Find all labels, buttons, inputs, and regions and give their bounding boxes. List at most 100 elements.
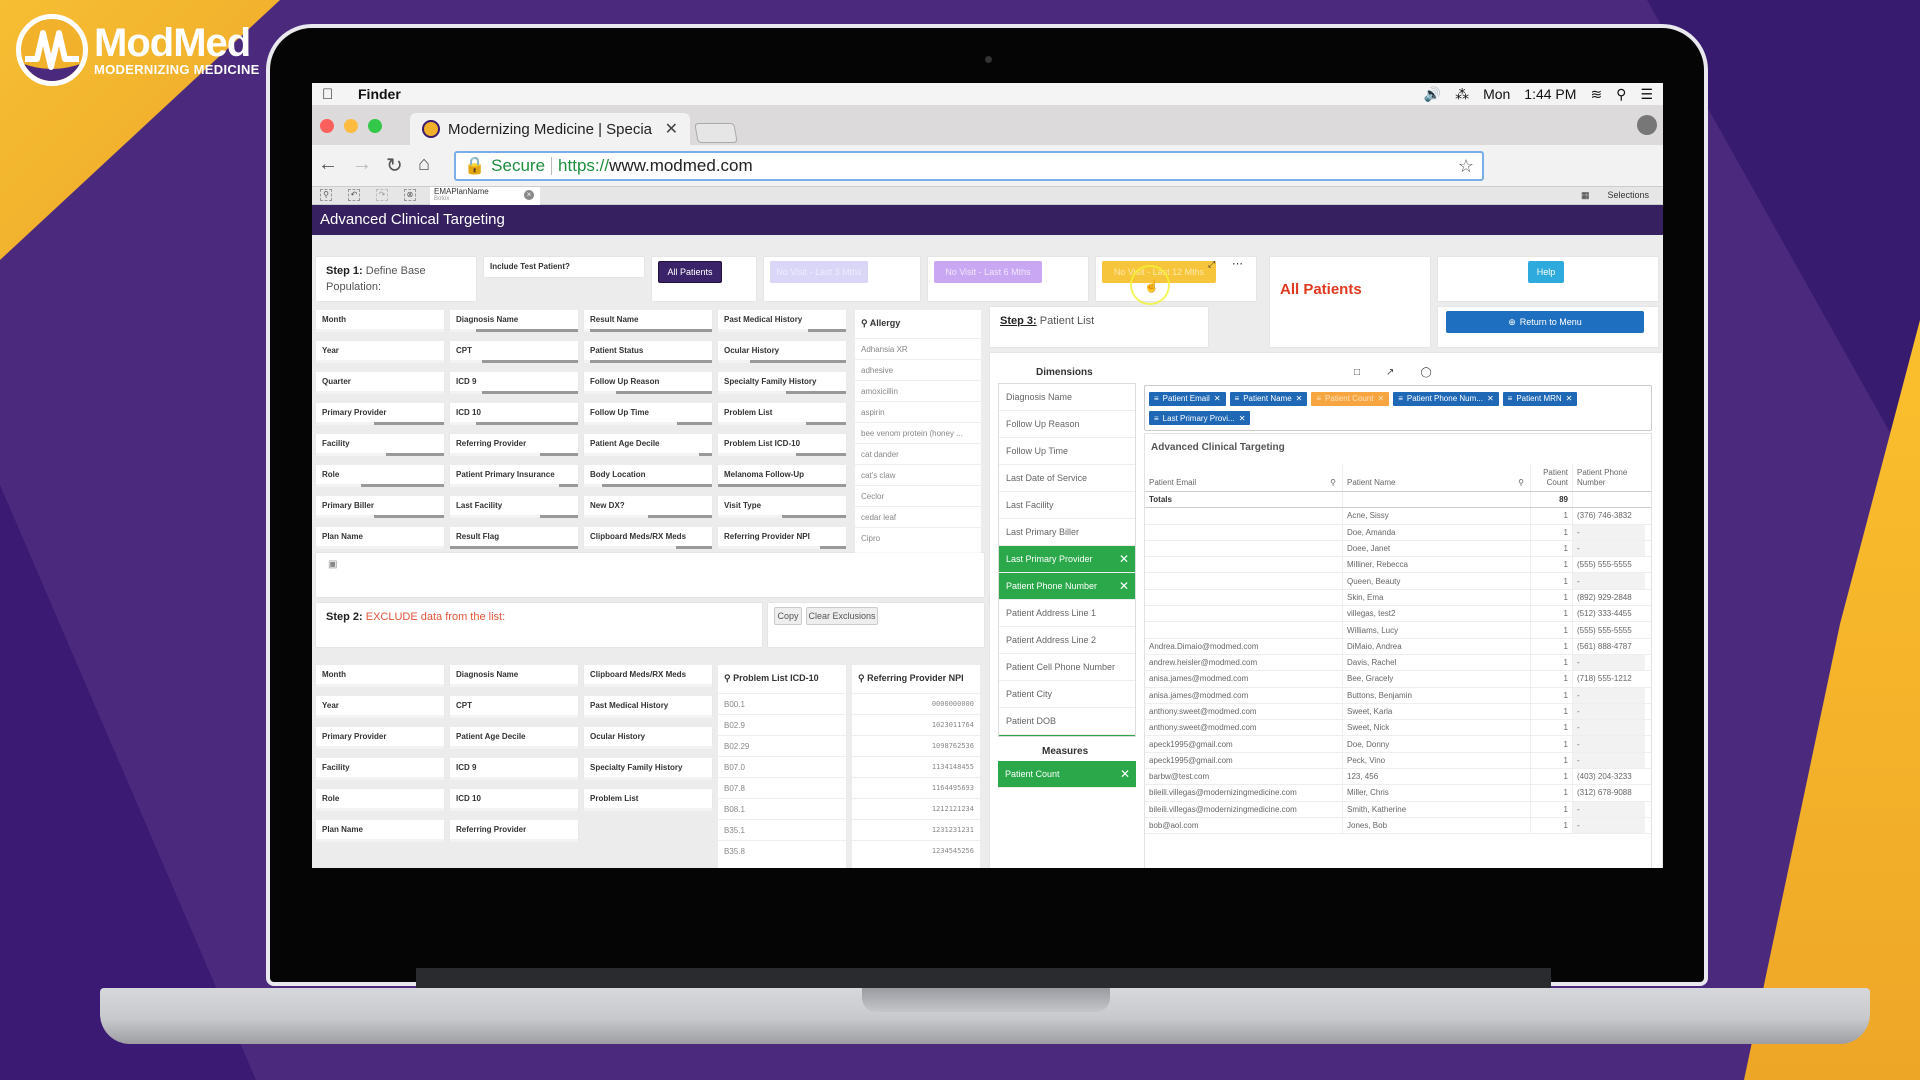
filter-icd-10[interactable]: ICD 10 xyxy=(450,403,578,425)
remove-chip-icon[interactable]: ✕ xyxy=(1566,394,1573,403)
listbox-item[interactable]: 0000000000 xyxy=(852,693,980,714)
selection-tool-icon[interactable]: □ xyxy=(1354,367,1360,378)
dimension-item[interactable]: Patient Phone Number ✕ xyxy=(999,573,1135,600)
table-row[interactable]: barbw@test.com 123, 456 1 (403) 204-3233 xyxy=(1145,769,1651,786)
exclude-filter-past-medical-history[interactable]: Past Medical History xyxy=(584,696,712,718)
listbox-item[interactable]: B08.1 xyxy=(718,798,846,819)
new-tab-button[interactable] xyxy=(694,123,738,143)
filter-patient-primary-insurance[interactable]: Patient Primary Insurance xyxy=(450,465,578,487)
table-row[interactable]: Andrea.Dimaio@modmed.com DiMaio, Andrea 1 (… xyxy=(1145,638,1651,655)
exclude-filter-referring-provider[interactable]: Referring Provider xyxy=(450,820,578,842)
dimension-item[interactable]: Last Primary Biller xyxy=(999,519,1135,546)
header-patient-count[interactable]: Patient Count xyxy=(1531,464,1573,491)
table-row[interactable]: anisa.james@modmed.com Bee, Gracely 1 (718)… xyxy=(1145,671,1651,688)
listbox-item[interactable]: bee venom protein (honey ... xyxy=(855,422,981,443)
filter-body-location[interactable]: Body Location xyxy=(584,465,712,487)
remove-chip-icon[interactable]: ✕ xyxy=(1296,394,1303,403)
listbox-item[interactable]: 1134148455 xyxy=(852,756,980,777)
filter-new-dx-[interactable]: New DX? xyxy=(584,496,712,518)
dimension-item[interactable]: Follow Up Reason xyxy=(999,411,1135,438)
listbox-item[interactable]: 1164495693 xyxy=(852,777,980,798)
dimension-item[interactable]: Last Primary Provider ✕ xyxy=(999,546,1135,573)
listbox-item[interactable]: 1231231231 xyxy=(852,819,980,840)
filter-past-medical-history[interactable]: Past Medical History xyxy=(718,310,846,332)
step-forward-icon[interactable]: ↷ xyxy=(376,189,388,201)
listbox-item[interactable]: 1098762536 xyxy=(852,735,980,756)
exclude-filter-facility[interactable]: Facility xyxy=(316,758,444,780)
filter-result-name[interactable]: Result Name xyxy=(584,310,712,332)
spotlight-search-icon[interactable]: ⚲ xyxy=(1616,86,1626,103)
column-chip[interactable]: ≡ Patient MRN ✕ xyxy=(1502,391,1578,406)
column-chip[interactable]: ≡ Patient Name ✕ xyxy=(1229,391,1308,406)
browser-tab[interactable]: Modernizing Medicine | Specia ✕ xyxy=(410,113,690,145)
filter-facility[interactable]: Facility xyxy=(316,434,444,456)
include-test-patient-filter[interactable]: Include Test Patient? xyxy=(484,257,644,277)
search-icon[interactable]: ⚲ xyxy=(858,673,865,683)
drag-handle-icon[interactable]: ≡ xyxy=(1508,394,1513,403)
filter-visit-type[interactable]: Visit Type xyxy=(718,496,846,518)
step-back-icon[interactable]: ↶ xyxy=(348,189,360,201)
table-row[interactable]: Queen, Beauty 1- xyxy=(1145,573,1651,590)
minimize-window-button[interactable] xyxy=(344,119,358,133)
dimension-item[interactable]: Patient Address Line 1 xyxy=(999,600,1135,627)
exclude-filter-plan-name[interactable]: Plan Name xyxy=(316,820,444,842)
filter-cpt[interactable]: CPT xyxy=(450,341,578,363)
dimension-item[interactable]: Last Date of Service xyxy=(999,465,1135,492)
clear-all-selections-icon[interactable]: ⊗ xyxy=(404,189,416,201)
column-chip[interactable]: ≡ Patient Count ✕ xyxy=(1311,391,1390,406)
search-icon[interactable]: ⚲ xyxy=(1518,478,1524,487)
dimension-item[interactable]: Patient Address Line 2 xyxy=(999,627,1135,654)
remove-icon[interactable]: ✕ xyxy=(1120,767,1130,781)
exclude-filter-specialty-family-history[interactable]: Specialty Family History xyxy=(584,758,712,780)
clear-exclusions-button[interactable]: Clear Exclusions xyxy=(806,607,878,625)
selections-button[interactable]: ▦ Selections xyxy=(1581,190,1649,201)
filter-role[interactable]: Role xyxy=(316,465,444,487)
table-row[interactable]: anisa.james@modmed.com Buttons, Benjamin 1… xyxy=(1145,687,1651,704)
dimension-item[interactable]: Patient City xyxy=(999,681,1135,708)
dimension-item[interactable]: Last Facility xyxy=(999,492,1135,519)
help-button[interactable]: Help xyxy=(1528,261,1564,283)
dimensions-list[interactable]: Diagnosis Name Follow Up Reason Follow Up … xyxy=(998,383,1136,737)
table-row[interactable]: Doe, Amanda 1- xyxy=(1145,524,1651,541)
filter-follow-up-reason[interactable]: Follow Up Reason xyxy=(584,372,712,394)
filter-year[interactable]: Year xyxy=(316,341,444,363)
table-row[interactable]: Skin, Ema 1 (892) 929-2848 xyxy=(1145,589,1651,607)
menubar-app-name[interactable]: Finder xyxy=(358,86,401,102)
listbox-item[interactable]: B07.0 xyxy=(718,756,846,777)
table-row[interactable]: Acne, Sissy 1 (376) 746-3832 xyxy=(1145,508,1651,525)
profile-icon[interactable] xyxy=(1637,115,1657,135)
listbox-item[interactable]: 1234545256 xyxy=(852,840,980,861)
exclude-filter-year[interactable]: Year xyxy=(316,696,444,718)
listbox-item[interactable]: Ceclor xyxy=(855,485,981,506)
filter-referring-provider-npi[interactable]: Referring Provider NPI xyxy=(718,527,846,549)
forward-icon[interactable]: → xyxy=(352,153,372,176)
header-patient-email[interactable]: Patient Email ⚲ xyxy=(1145,464,1343,491)
apple-icon[interactable]:  xyxy=(322,86,344,103)
measures-list[interactable]: Patient Count ✕ xyxy=(998,761,1136,788)
back-icon[interactable]: ← xyxy=(318,153,338,176)
listbox-item[interactable]: 1212121234 xyxy=(852,798,980,819)
column-chip[interactable]: ≡ Last Primary Provi... ✕ xyxy=(1149,411,1251,425)
filter-primary-biller[interactable]: Primary Biller xyxy=(316,496,444,518)
table-row[interactable]: apeck1995@gmail.com Peck, Vino 1- xyxy=(1145,752,1651,770)
exclude-filter-ocular-history[interactable]: Ocular History xyxy=(584,727,712,749)
table-row[interactable]: apeck1995@gmail.com Doe, Donny 1- xyxy=(1145,736,1651,753)
listbox-item[interactable]: aspirin xyxy=(855,401,981,422)
table-row[interactable]: anthony.sweet@modmed.com Sweet, Karla 1- xyxy=(1145,703,1651,721)
bookmark-star-icon[interactable]: ☆ xyxy=(1458,156,1474,177)
exclude-filter-clipboard-meds-rx-meds[interactable]: Clipboard Meds/RX Meds xyxy=(584,665,712,687)
remove-icon[interactable]: ✕ xyxy=(1119,579,1129,593)
no-visit-6-months-button[interactable]: No Visit - Last 6 Mths xyxy=(934,261,1042,283)
bluetooth-icon[interactable]: ⁂ xyxy=(1455,86,1469,103)
header-patient-name[interactable]: Patient Name ⚲ xyxy=(1343,464,1531,491)
drag-handle-icon[interactable]: ≡ xyxy=(1316,394,1321,403)
remove-chip-icon[interactable]: ✕ xyxy=(1378,394,1385,403)
exclude-filter-icd-9[interactable]: ICD 9 xyxy=(450,758,578,780)
drag-handle-icon[interactable]: ≡ xyxy=(1235,394,1240,403)
dimension-item[interactable]: Patient DOB xyxy=(999,708,1135,735)
table-row[interactable]: anthony.sweet@modmed.com Sweet, Nick 1- xyxy=(1145,720,1651,737)
exclude-filter-patient-age-decile[interactable]: Patient Age Decile xyxy=(450,727,578,749)
filter-clipboard-meds-rx-meds[interactable]: Clipboard Meds/RX Meds xyxy=(584,527,712,549)
filter-patient-age-decile[interactable]: Patient Age Decile xyxy=(584,434,712,456)
smart-search-icon[interactable]: ⚲ xyxy=(320,189,332,201)
